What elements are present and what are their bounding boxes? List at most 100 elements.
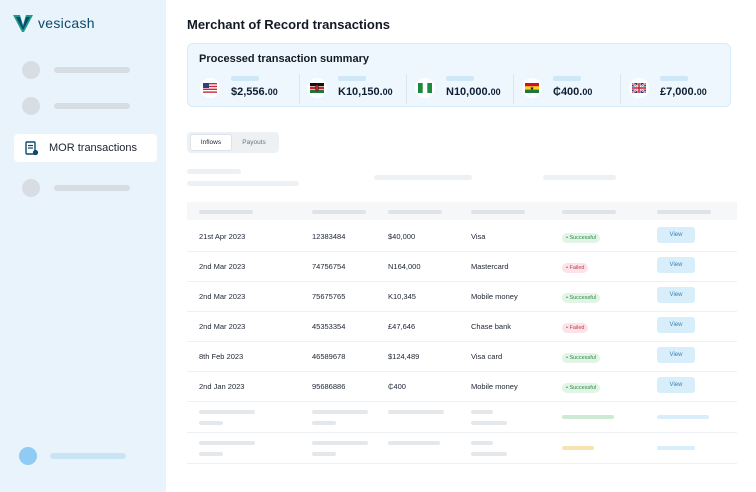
view-button[interactable]: View [657, 287, 695, 303]
view-button[interactable]: View [657, 257, 695, 273]
view-button[interactable]: View [657, 377, 695, 393]
currency-kes: K10,150.00 [307, 76, 393, 100]
sidebar: vesicash MOR transactions [0, 0, 166, 492]
ghana-flag-icon [522, 78, 542, 98]
sidebar-item-placeholder[interactable] [22, 97, 130, 115]
payment-method: Mobile money [471, 292, 518, 301]
currency-ngn: N10,000.00 [415, 76, 501, 100]
transaction-date: 2nd Mar 2023 [199, 262, 246, 271]
cell-placeholder [199, 410, 255, 414]
summary-card: Processed transaction summary $2,556.00 … [187, 43, 731, 107]
table-row-placeholder [187, 402, 737, 433]
view-button[interactable]: View [657, 227, 695, 243]
kenya-flag-icon [307, 78, 327, 98]
payment-method: Chase bank [471, 322, 512, 331]
currency-label-placeholder [660, 76, 688, 81]
payment-method: Visa [471, 232, 486, 241]
cell-placeholder [312, 410, 368, 414]
currency-ghs: ₵400.00 [522, 76, 592, 100]
sidebar-item-icon [22, 97, 40, 115]
status-badge: • Failed [562, 323, 589, 333]
transaction-date: 2nd Mar 2023 [199, 322, 246, 331]
cell-placeholder [388, 410, 444, 414]
currency-amount: £7,000.00 [660, 86, 707, 98]
column-header-placeholder [388, 210, 442, 214]
sidebar-item-label-placeholder [54, 67, 130, 73]
view-placeholder [657, 446, 695, 450]
transaction-amount: $124,489 [388, 352, 420, 361]
brand-name: vesicash [38, 15, 95, 31]
sidebar-item-icon [22, 61, 40, 79]
divider [406, 74, 407, 104]
receipt-icon [25, 140, 39, 155]
transaction-date: 2nd Jan 2023 [199, 382, 245, 391]
transaction-date: 2nd Mar 2023 [199, 292, 246, 301]
cell-placeholder [312, 421, 336, 425]
divider [299, 74, 300, 104]
transaction-amount: N164,000 [388, 262, 421, 271]
sidebar-item-placeholder[interactable] [22, 61, 130, 79]
divider [513, 74, 514, 104]
status-badge: • Successful [562, 233, 601, 243]
transaction-id: 45353354 [312, 322, 346, 331]
currency-label-placeholder [338, 76, 366, 81]
user-name-placeholder [50, 453, 126, 459]
transaction-amount: K10,345 [388, 292, 416, 301]
user-profile[interactable] [19, 447, 126, 465]
summary-title: Processed transaction summary [199, 53, 369, 65]
transaction-tabs: Inflows Payouts [187, 132, 279, 153]
sidebar-item-icon [22, 179, 40, 197]
transaction-id: 75675765 [312, 292, 346, 301]
sidebar-item-placeholder[interactable] [22, 179, 130, 197]
status-badge: • Successful [562, 293, 601, 303]
transaction-id: 12383484 [312, 232, 346, 241]
cell-placeholder [471, 452, 507, 456]
column-header-placeholder [199, 210, 253, 214]
filter-input-placeholder[interactable] [374, 175, 472, 180]
view-button[interactable]: View [657, 347, 695, 363]
status-badge: • Successful [562, 353, 601, 363]
transaction-amount: $40,000 [388, 232, 416, 241]
table-header [187, 202, 737, 220]
page-title: Merchant of Record transactions [187, 17, 390, 32]
currency-label-placeholder [446, 76, 474, 81]
transaction-id: 46589678 [312, 352, 346, 361]
sidebar-item-label: MOR transactions [49, 142, 138, 154]
sidebar-item-label-placeholder [54, 185, 130, 191]
status-badge: • Failed [562, 263, 589, 273]
column-header-placeholder [562, 210, 616, 214]
uk-flag-icon [629, 78, 649, 98]
currency-label-placeholder [553, 76, 581, 81]
table-row: 2nd Mar 2023 74756754 N164,000 Mastercar… [187, 251, 737, 282]
column-header-placeholder [657, 210, 711, 214]
cell-placeholder [312, 441, 368, 445]
brand-logo[interactable]: vesicash [12, 13, 95, 33]
transaction-amount: ₵400 [388, 382, 406, 391]
status-placeholder [562, 446, 594, 450]
transaction-amount: £47,646 [388, 322, 416, 331]
us-flag-icon [200, 78, 220, 98]
table-row: 2nd Jan 2023 95686886 ₵400 Mobile money … [187, 371, 737, 402]
view-button[interactable]: View [657, 317, 695, 333]
transaction-date: 8th Feb 2023 [199, 352, 244, 361]
tab-payouts[interactable]: Payouts [234, 134, 274, 151]
filter-input-placeholder[interactable] [543, 175, 616, 180]
currency-usd: $2,556.00 [200, 76, 278, 100]
filter-input-placeholder[interactable] [187, 181, 299, 186]
sidebar-item-mor-transactions[interactable]: MOR transactions [14, 134, 157, 162]
status-placeholder [562, 415, 614, 419]
tab-inflows[interactable]: Inflows [190, 134, 232, 151]
status-badge: • Successful [562, 383, 601, 393]
transaction-date: 21st Apr 2023 [199, 232, 246, 241]
table-row: 21st Apr 2023 12383484 $40,000 Visa • Su… [187, 221, 737, 252]
cell-placeholder [471, 410, 493, 414]
transaction-id: 74756754 [312, 262, 346, 271]
cell-placeholder [199, 452, 223, 456]
cell-placeholder [199, 441, 255, 445]
filter-label-placeholder [187, 169, 241, 174]
cell-placeholder [388, 441, 440, 445]
currency-amount: $2,556.00 [231, 86, 278, 98]
currency-amount: ₵400.00 [553, 86, 593, 98]
divider [620, 74, 621, 104]
column-header-placeholder [471, 210, 525, 214]
